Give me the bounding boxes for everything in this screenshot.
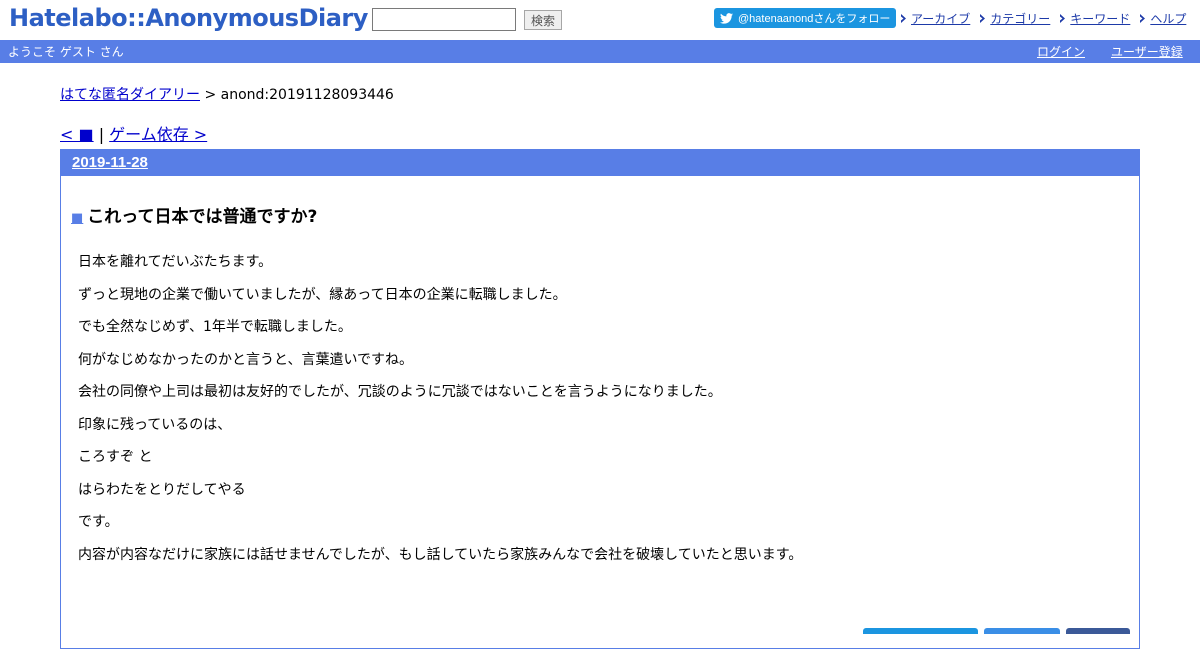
body-line: 印象に残っているのは、 xyxy=(78,416,232,433)
body-line: 内容が内容なだけに家族には話せませんでしたが、もし話していたら家族みんなで会社を… xyxy=(78,546,803,563)
nav-item-archive: アーカイブ xyxy=(900,10,970,27)
nav-link-archive[interactable]: アーカイブ xyxy=(911,10,970,27)
breadcrumb-current: anond:20191128093446 xyxy=(220,87,394,103)
nav-item-category: カテゴリー xyxy=(979,10,1050,27)
twitter-bird-icon xyxy=(720,12,733,24)
breadcrumb: はてな匿名ダイアリー > anond:20191128093446 xyxy=(60,84,394,104)
breadcrumb-separator: > xyxy=(200,87,221,103)
body-line: はらわたをとりだしてやる xyxy=(78,481,246,498)
arrow-right-icon xyxy=(901,14,906,23)
nav-link-keyword[interactable]: キーワード xyxy=(1070,10,1130,27)
day-date-link[interactable]: 2019-11-28 xyxy=(72,154,148,171)
body-line: ずっと現地の企業で働いていましたが、縁あって日本の企業に転職しました。 xyxy=(78,286,567,303)
entry-title: ■ これって日本では普通ですか? xyxy=(71,202,317,227)
share-button-facebook[interactable] xyxy=(1066,628,1130,634)
twitter-follow-label: @hatenaanondさんをフォロー xyxy=(738,13,891,25)
breadcrumb-home-link[interactable]: はてな匿名ダイアリー xyxy=(60,87,200,103)
day-header: 2019-11-28 xyxy=(61,150,1139,176)
search-input[interactable] xyxy=(372,8,516,31)
site-header: Hatelabo::AnonymousDiary 検索 @hatenaanond… xyxy=(0,0,1200,40)
entry-title-text: これって日本では普通ですか? xyxy=(87,207,318,227)
nav-item-help: ヘルプ xyxy=(1139,10,1186,27)
pager: < ■ | ゲーム依存 > xyxy=(60,121,207,145)
nav-link-help[interactable]: ヘルプ xyxy=(1150,10,1186,27)
entry-permalink[interactable]: ■ xyxy=(71,211,83,226)
body-line: 会社の同僚や上司は最初は友好的でしたが、冗談のように冗談ではないことを言うように… xyxy=(78,384,722,400)
share-button-twitter[interactable] xyxy=(863,628,978,634)
body-line: でも全然なじめず、1年半で転職しました。 xyxy=(78,319,352,335)
day-section: 2019-11-28 ■ これって日本では普通ですか? 日本を離れてだいぶたちます… xyxy=(60,149,1140,649)
welcome-bar: ようこそ ゲスト さん ログイン ユーザー登録 xyxy=(0,40,1200,63)
arrow-right-icon xyxy=(1060,14,1066,23)
twitter-follow-button[interactable]: @hatenaanondさんをフォロー xyxy=(714,8,896,28)
entry-body: 日本を離れてだいぶたちます。 ずっと現地の企業で働いていましたが、縁あって日本の… xyxy=(78,251,802,576)
arrow-right-icon xyxy=(980,14,986,23)
login-link[interactable]: ログイン xyxy=(1037,43,1085,60)
body-line: ころすぞ と xyxy=(78,449,153,465)
body-line: 日本を離れてだいぶたちます。 xyxy=(78,254,273,270)
body-line: 何がなじめなかったのかと言うと、言葉遣いですね。 xyxy=(78,351,414,368)
arrow-right-icon xyxy=(1140,14,1146,23)
next-entry-link[interactable]: ゲーム依存 > xyxy=(109,125,207,144)
register-link[interactable]: ユーザー登録 xyxy=(1111,43,1183,60)
search-button[interactable]: 検索 xyxy=(524,10,562,30)
nav-item-keyword: キーワード xyxy=(1059,10,1130,27)
body-line: です。 xyxy=(78,514,119,530)
share-button-hatena[interactable] xyxy=(984,628,1060,634)
prev-entry-link[interactable]: < ■ xyxy=(60,125,94,144)
site-logo[interactable]: Hatelabo::AnonymousDiary xyxy=(9,4,368,32)
header-nav: アーカイブ カテゴリー キーワード ヘルプ xyxy=(900,10,1195,27)
welcome-text: ようこそ ゲスト さん xyxy=(8,45,124,59)
nav-link-category[interactable]: カテゴリー xyxy=(990,10,1050,27)
share-buttons xyxy=(863,628,1136,634)
pager-separator: | xyxy=(93,125,110,144)
